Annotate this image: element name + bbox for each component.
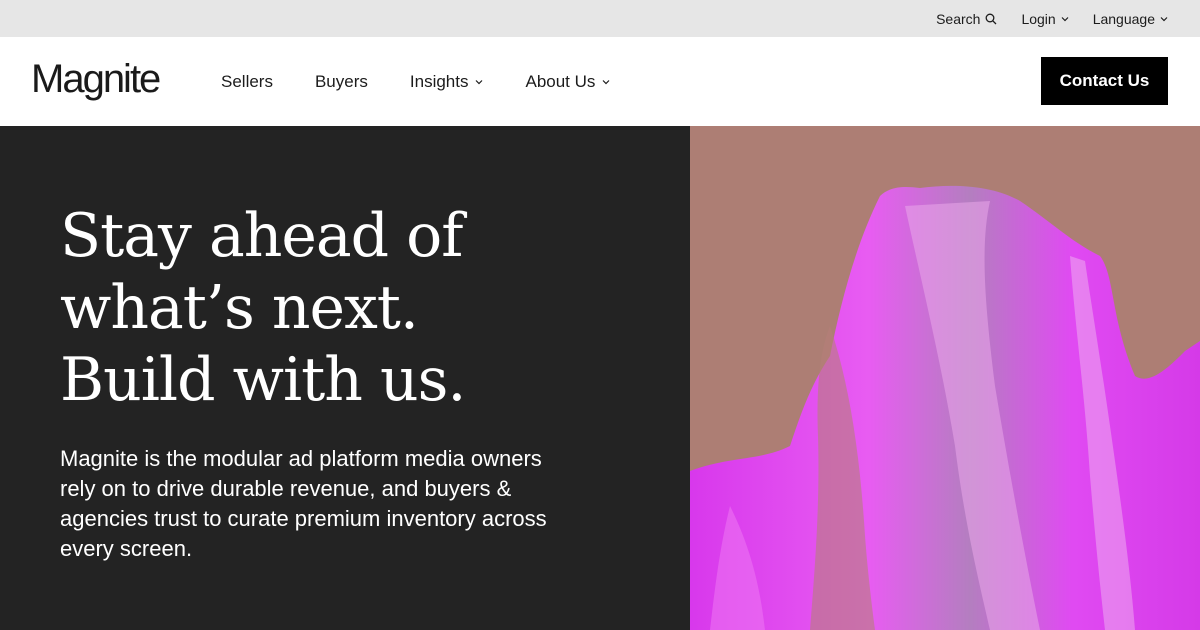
hero-description: Magnite is the modular ad platform media… bbox=[60, 446, 547, 561]
hero-headline: Stay ahead of what’s next. Build with us… bbox=[60, 200, 620, 416]
chevron-down-icon bbox=[476, 79, 483, 84]
contact-us-button[interactable]: Contact Us bbox=[1041, 57, 1168, 105]
search-label: Search bbox=[936, 10, 981, 27]
language-selector[interactable]: Language bbox=[1093, 11, 1168, 27]
nav-item-label: About Us bbox=[525, 71, 596, 91]
chevron-down-icon bbox=[1061, 16, 1069, 21]
nav-item-sellers[interactable]: Sellers bbox=[221, 72, 273, 92]
login-link[interactable]: Login bbox=[1021, 10, 1069, 27]
search-link[interactable]: Search bbox=[936, 11, 997, 27]
headline-line: Build with us. bbox=[60, 345, 466, 415]
nav-item-about-us[interactable]: About Us bbox=[525, 72, 610, 92]
nav-item-label: Buyers bbox=[314, 71, 368, 91]
language-label: Language bbox=[1092, 10, 1155, 27]
hero-artwork bbox=[690, 126, 1200, 630]
chevron-down-icon bbox=[1160, 16, 1168, 21]
hero-text-panel: Stay ahead of what’s next. Build with us… bbox=[0, 126, 690, 630]
headline-line: what’s next. bbox=[60, 273, 419, 343]
nav-item-insights[interactable]: Insights bbox=[410, 72, 484, 92]
abstract-petal-image bbox=[690, 185, 1200, 630]
nav-item-label: Sellers bbox=[221, 71, 273, 91]
chevron-down-icon bbox=[602, 79, 610, 84]
nav-item-label: Insights bbox=[409, 71, 469, 91]
main-nav: Magnite Sellers Buyers Insights About Us… bbox=[0, 37, 1200, 126]
nav-links: Sellers Buyers Insights About Us bbox=[221, 37, 610, 126]
headline-line: Stay ahead of bbox=[60, 201, 463, 271]
nav-item-buyers[interactable]: Buyers bbox=[315, 72, 368, 92]
search-icon bbox=[985, 13, 997, 24]
magnite-logo[interactable]: Magnite bbox=[31, 55, 161, 103]
utility-bar: Search Login Language bbox=[0, 0, 1200, 37]
login-label: Login bbox=[1021, 10, 1056, 27]
